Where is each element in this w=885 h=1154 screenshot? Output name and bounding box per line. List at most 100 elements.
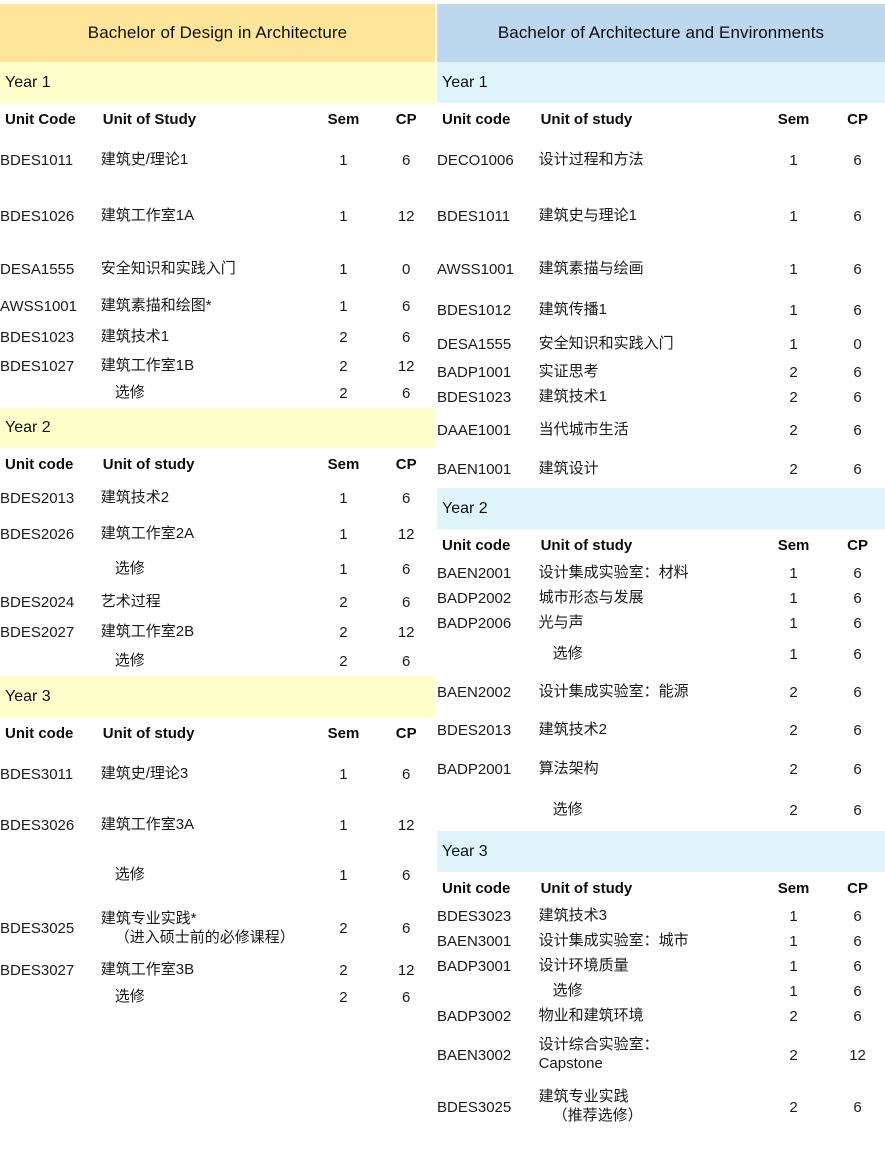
unit-code-cell: BDES2026: [0, 526, 75, 543]
units-table: Unit code Unit of study Sem CP BAEN2001 设计集成实…: [437, 529, 885, 831]
semester-cell: 2: [339, 653, 348, 670]
unit-name-text: 建筑工作室3B: [100, 961, 195, 979]
unit-name-cell: 选修: [101, 380, 310, 407]
table-header-row: Unit code Unit of study Sem CP: [0, 717, 435, 749]
credit-points-cell: 6: [402, 385, 411, 402]
unit-name-subtext: （推荐选修）: [552, 1107, 643, 1124]
column-header-unit-code: Unit code: [5, 724, 74, 742]
unit-name-subtext: （进入硕士前的必修课程）: [114, 928, 295, 946]
table-row: BADP1001 实证思考 2 6: [437, 360, 885, 385]
unit-name-cell: 算法架构: [539, 749, 757, 789]
unit-name-text: 建筑素描与绘画: [538, 259, 644, 277]
credit-points-cell: 12: [849, 1046, 866, 1064]
unit-name-text: 选修: [552, 644, 583, 662]
semester-cell: 2: [339, 329, 348, 346]
unit-code-cell: BDES1023: [0, 329, 75, 346]
credit-points-cell: 6: [853, 590, 862, 607]
table-row: BAEN2001 设计集成实验室：材料 1 6: [437, 561, 885, 586]
unit-code-cell: BDES2024: [0, 594, 75, 611]
unit-name-text: 建筑工作室1A: [100, 206, 195, 224]
semester-cell: 1: [339, 151, 348, 169]
unit-name-text: 选修: [114, 652, 145, 670]
unit-name-cell: 建筑史/理论3: [101, 749, 310, 800]
unit-code-cell: BAEN3002: [437, 1046, 512, 1064]
unit-name-text: 安全知识和实践入门: [538, 335, 674, 353]
credit-points-cell: 0: [853, 336, 862, 353]
unit-name-text: 设计集成实验室：城市: [538, 932, 689, 950]
unit-name-text: 建筑技术1: [538, 388, 607, 406]
credit-points-cell: 6: [853, 207, 862, 225]
table-header-row: Unit Code Unit of Study Sem CP: [0, 103, 435, 135]
table-row: BDES2026 建筑工作室2A 1 12: [0, 517, 435, 552]
unit-name-cell: 建筑工作室1B: [101, 353, 310, 380]
table-row: BDES1011 建筑史与理论1 1 6: [437, 185, 885, 247]
unit-name-subtext: Capstone: [538, 1055, 603, 1072]
table-row: 选修 2 6: [0, 647, 435, 676]
table-row: BDES1012 建筑传播1 1 6: [437, 291, 885, 329]
semester-cell: 2: [789, 1046, 798, 1064]
credit-points-cell: 6: [402, 151, 411, 169]
credit-points-cell: 6: [853, 151, 862, 169]
unit-code-cell: BDES3026: [0, 817, 75, 834]
credit-points-cell: 6: [853, 801, 862, 819]
unit-code-cell: [0, 984, 101, 1011]
unit-name-text: 选修: [552, 982, 583, 1000]
credit-points-cell: 6: [853, 683, 862, 701]
semester-cell: 2: [339, 594, 348, 611]
unit-name-text: 建筑专业实践*: [100, 909, 197, 927]
semester-cell: 1: [789, 207, 798, 225]
credit-points-cell: 6: [853, 1098, 862, 1116]
credit-points-cell: 12: [397, 624, 415, 641]
unit-name-cell: 建筑素描与绘画: [539, 247, 757, 291]
unit-name-text: 建筑工作室2B: [100, 623, 195, 641]
column-header-unit-of-study: Unit of study: [540, 110, 633, 128]
semester-cell: 1: [339, 867, 348, 884]
column-header-cp: CP: [847, 536, 868, 554]
unit-name-cell: 建筑技术2: [101, 480, 310, 517]
semester-cell: 1: [789, 958, 798, 975]
semester-cell: 2: [789, 683, 798, 701]
unit-code-cell: AWSS1001: [0, 298, 77, 315]
unit-name-cell: 建筑工作室2A: [101, 517, 310, 552]
unit-name-text: 选修: [552, 800, 583, 818]
unit-code-cell: [437, 979, 539, 1004]
table-row: BDES1023 建筑技术1 2 6: [0, 322, 435, 353]
unit-code-cell: BDES3011: [0, 766, 74, 783]
table-row: BDES2013 建筑技术2 1 6: [0, 480, 435, 517]
unit-code-cell: BADP3001: [437, 958, 512, 975]
unit-name-cell: 建筑工作室3A: [101, 800, 310, 851]
table-row: DESA1555 安全知识和实践入门 1 0: [0, 247, 435, 291]
unit-code-cell: BDES1011: [0, 151, 74, 169]
unit-code-cell: BADP1001: [437, 364, 512, 381]
credit-points-cell: 6: [402, 329, 411, 346]
unit-code-cell: DESA1555: [437, 336, 512, 353]
column-header-unit-code: Unit code: [5, 455, 74, 473]
column-header-unit-of-study: Unit of study: [102, 724, 195, 742]
credit-points-cell: 6: [853, 460, 862, 478]
table-row: BADP2006 光与声 1 6: [437, 611, 885, 636]
unit-name-text: 当代城市生活: [538, 420, 629, 438]
unit-code-cell: AWSS1001: [437, 260, 514, 278]
unit-name-cell: 建筑工作室3B: [101, 957, 310, 984]
unit-code-cell: DECO1006: [437, 151, 514, 169]
unit-code-cell: BAEN1001: [437, 460, 512, 478]
unit-name-text: 建筑素描和绘图*: [100, 297, 212, 315]
unit-name-cell: 安全知识和实践入门: [539, 329, 757, 360]
unit-code-cell: BDES1012: [437, 301, 512, 319]
table-row: DECO1006 设计过程和方法 1 6: [437, 135, 885, 185]
credit-points-cell: 6: [853, 645, 862, 663]
table-row: BDES3023 建筑技术3 1 6: [437, 904, 885, 929]
unit-name-text: 建筑专业实践: [538, 1088, 629, 1106]
semester-cell: 2: [339, 920, 348, 937]
semester-cell: 1: [789, 983, 798, 1000]
column-header-unit-of-study: Unit of study: [540, 536, 633, 554]
unit-name-cell: 设计集成实验室：能源: [539, 672, 757, 712]
credit-points-cell: 6: [402, 653, 411, 670]
semester-cell: 2: [789, 722, 798, 739]
table-row: 选修 2 6: [0, 380, 435, 407]
unit-code-cell: BDES1011: [437, 207, 511, 225]
unit-code-cell: DAAE1001: [437, 421, 512, 439]
unit-code-cell: BADP2002: [437, 590, 512, 607]
semester-cell: 2: [789, 364, 798, 381]
semester-cell: 1: [789, 336, 798, 353]
